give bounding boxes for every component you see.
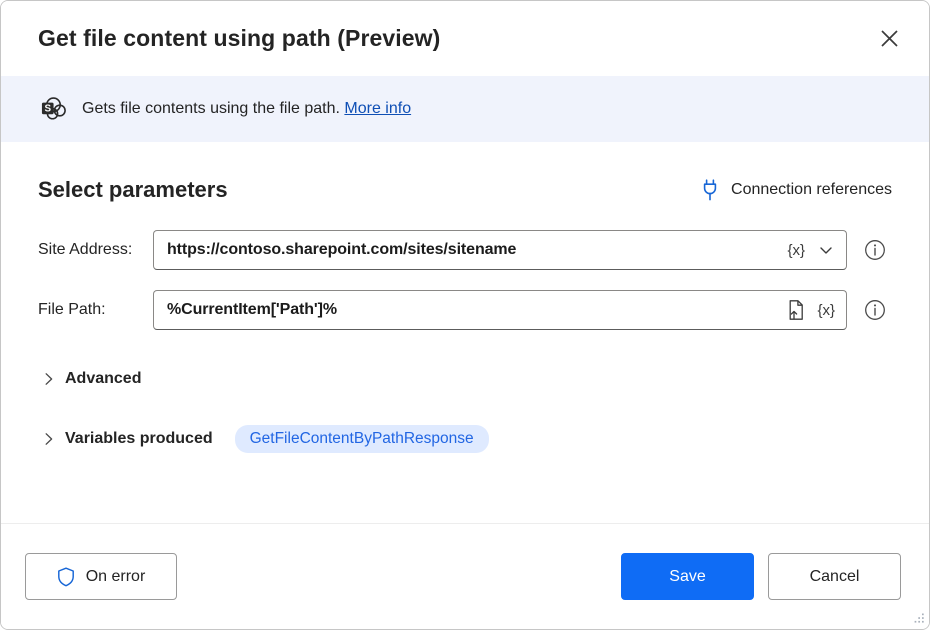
on-error-button[interactable]: On error [25,553,177,600]
site-address-value[interactable]: https://contoso.sharepoint.com/sites/sit… [167,241,778,259]
file-path-info-icon[interactable] [864,299,886,321]
save-button[interactable]: Save [621,553,754,600]
variable-pill[interactable]: GetFileContentByPathResponse [235,425,489,453]
site-address-field[interactable]: https://contoso.sharepoint.com/sites/sit… [153,230,847,270]
on-error-label: On error [86,568,146,586]
close-button[interactable] [869,21,909,57]
sharepoint-icon: S [38,94,68,124]
close-icon [881,30,898,47]
advanced-label: Advanced [65,370,141,388]
param-row-file-path: File Path: %CurrentItem['Path']% {x} [38,290,892,330]
file-path-value[interactable]: %CurrentItem['Path']% [167,301,778,319]
cancel-button[interactable]: Cancel [768,553,901,600]
info-banner-description: Gets file contents using the file path. [82,100,340,117]
site-address-dropdown-button[interactable] [814,237,838,263]
chevron-right-icon [43,432,55,446]
action-dialog: Get file content using path (Preview) S … [0,0,930,630]
site-address-label: Site Address: [38,241,153,259]
info-banner-text: Gets file contents using the file path. … [82,99,411,120]
site-address-field-icons: {x} [778,237,838,263]
dialog-body: Select parameters Connection references … [1,142,929,524]
section-title-select-parameters: Select parameters [38,177,228,203]
info-banner: S Gets file contents using the file path… [1,76,929,142]
variables-produced-toggle[interactable]: Variables produced GetFileContentByPathR… [38,422,892,456]
file-picker-button[interactable] [784,297,808,323]
parameters-header-row: Select parameters Connection references [38,142,892,210]
footer-action-buttons: Save Cancel [621,553,901,600]
file-path-field-icons: {x} [778,297,838,323]
chevron-right-icon [43,372,55,386]
plug-icon [700,179,720,201]
file-upload-icon [786,299,806,321]
variable-insert-icon[interactable]: {x} [784,241,808,260]
connection-references-label: Connection references [731,181,892,199]
connection-references-button[interactable]: Connection references [700,179,892,201]
dialog-titlebar: Get file content using path (Preview) [1,1,929,76]
more-info-link[interactable]: More info [344,100,411,117]
svg-text:S: S [44,103,51,114]
file-path-label: File Path: [38,301,153,319]
shield-icon [57,567,75,587]
param-row-site-address: Site Address: https://contoso.sharepoint… [38,230,892,270]
variable-insert-icon[interactable]: {x} [814,301,838,320]
advanced-section-toggle[interactable]: Advanced [38,362,892,396]
dialog-title: Get file content using path (Preview) [38,25,440,53]
file-path-field[interactable]: %CurrentItem['Path']% {x} [153,290,847,330]
dialog-footer: On error Save Cancel [1,524,929,629]
variables-produced-label: Variables produced [65,430,213,448]
chevron-down-icon [818,242,834,258]
resize-grip-icon[interactable] [911,612,925,626]
site-address-info-icon[interactable] [864,239,886,261]
